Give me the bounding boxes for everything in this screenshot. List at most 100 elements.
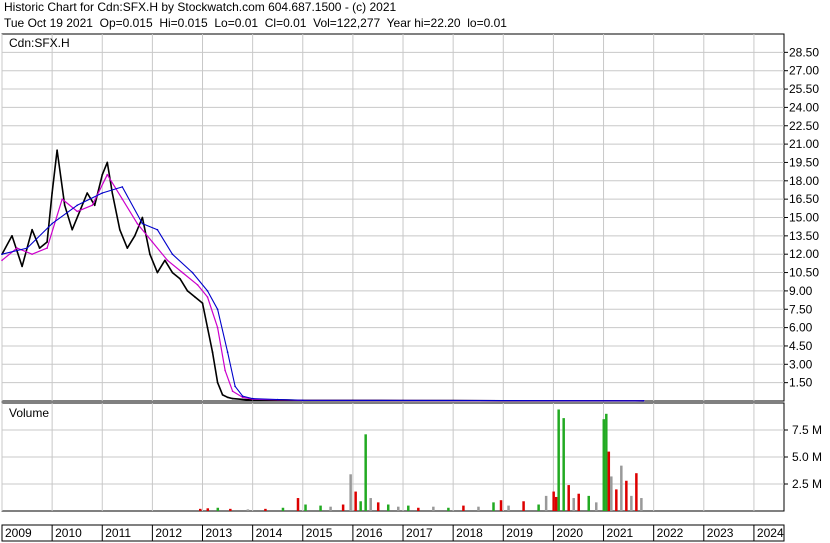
volume-bar <box>625 480 628 511</box>
volume-bar <box>341 504 345 511</box>
xaxis-tick-label: 2021 <box>607 526 634 540</box>
price-data-point <box>1 259 3 262</box>
volume-bar <box>364 434 367 511</box>
xaxis-tick-label: 2014 <box>256 526 283 540</box>
volume-bar <box>544 495 548 511</box>
price-data-point <box>234 385 236 388</box>
price-data-point <box>226 396 229 399</box>
price-data-point <box>156 228 159 231</box>
price-data-point <box>206 290 209 292</box>
xaxis-tick-label: 2024 <box>757 526 784 540</box>
price-data-point <box>136 222 139 225</box>
volume-bar <box>229 508 232 511</box>
price-ytick-label: 25.50 <box>789 82 819 96</box>
price-data-point <box>141 222 144 225</box>
volume-bar <box>216 507 220 511</box>
volume-bar <box>397 506 400 511</box>
volume-bar <box>369 498 372 511</box>
price-ytick-label: 21.00 <box>789 137 819 151</box>
price-data-point <box>106 161 109 164</box>
price-data-point <box>191 271 194 274</box>
price-data-point <box>226 351 229 353</box>
volume-bar <box>620 465 623 511</box>
volume-bar <box>587 495 590 511</box>
price-data-point <box>251 397 254 400</box>
volume-bar <box>602 419 606 511</box>
volume-bar <box>386 504 390 511</box>
price-data-point <box>179 277 181 280</box>
volume-bar <box>615 489 618 511</box>
volume-bar <box>557 409 560 511</box>
volume-bar <box>206 508 210 511</box>
price-data-point <box>216 308 219 311</box>
volume-bar <box>296 498 300 511</box>
volume-bar <box>610 476 613 511</box>
price-ytick-label: 18.00 <box>789 174 819 188</box>
volume-bar <box>329 506 332 511</box>
price-data-point <box>156 271 159 274</box>
price-data-point <box>91 204 94 207</box>
price-data-point <box>224 369 226 372</box>
price-data-point <box>121 198 124 200</box>
price-data-point <box>206 296 209 298</box>
price-data-point <box>301 399 304 402</box>
price-data-point <box>164 259 166 262</box>
price-data-point <box>26 247 28 249</box>
price-data-point <box>151 241 154 243</box>
price-data-point <box>51 222 53 225</box>
volume-bar <box>499 500 503 511</box>
price-ytick-label: 3.00 <box>789 357 813 371</box>
price-data-point <box>216 381 219 384</box>
volume-bar <box>507 505 510 511</box>
volume-bar <box>354 491 357 511</box>
price-data-point <box>126 247 129 249</box>
price-data-point <box>134 235 136 237</box>
price-ytick-label: 6.00 <box>789 321 813 335</box>
xaxis-tick-label: 2015 <box>306 526 333 540</box>
price-data-point <box>276 398 279 401</box>
volume-bar <box>349 474 352 511</box>
price-data-point <box>76 204 78 207</box>
xaxis-tick-label: 2016 <box>356 526 383 540</box>
price-data-point <box>31 253 33 255</box>
price-ytick-label: 7.50 <box>789 302 813 316</box>
price-data-point <box>106 173 109 176</box>
chart-window: Historic Chart for Cdn:SFX.H by Stockwat… <box>0 0 830 543</box>
price-ytick-label: 24.00 <box>789 100 819 114</box>
price-data-point <box>171 253 174 255</box>
volume-bar <box>567 485 570 511</box>
xaxis-tick-label: 2019 <box>506 526 533 540</box>
price-data-point <box>111 192 114 194</box>
volume-bar <box>447 507 450 511</box>
price-data-point <box>186 290 189 292</box>
xaxis-tick-label: 2018 <box>456 526 483 540</box>
volume-ytick-label: 7.5 M <box>792 423 822 437</box>
volume-bar <box>199 508 202 511</box>
volume-panel-label: Volume <box>9 406 49 420</box>
price-data-point <box>246 398 249 401</box>
price-ytick-label: 13.50 <box>789 229 819 243</box>
price-ytick-label: 16.50 <box>789 192 819 206</box>
price-data-point <box>231 397 234 400</box>
price-data-point <box>51 192 53 194</box>
price-data-point <box>211 351 214 353</box>
price-data-point <box>149 253 151 255</box>
volume-bar <box>522 501 525 511</box>
volume-bar <box>552 491 555 511</box>
volume-bar <box>537 504 540 511</box>
price-data-point <box>181 271 184 274</box>
price-data-point <box>206 326 209 329</box>
volume-bar <box>607 451 611 511</box>
xaxis-tick-label: 2022 <box>657 526 684 540</box>
volume-bar <box>554 496 558 511</box>
price-data-point <box>231 390 234 393</box>
chart-canvas: 2009 2010 2011 2012 2013 2014 2015 2016 2017 2018… <box>1 33 822 542</box>
price-data-point <box>201 302 204 304</box>
price-data-point <box>101 192 104 194</box>
price-data-point <box>46 247 48 249</box>
xaxis-tick-label: 2013 <box>206 526 233 540</box>
price-data-point <box>241 395 244 397</box>
price-data-point <box>46 241 48 243</box>
volume-bar <box>359 501 362 511</box>
volume-bar <box>605 413 608 511</box>
